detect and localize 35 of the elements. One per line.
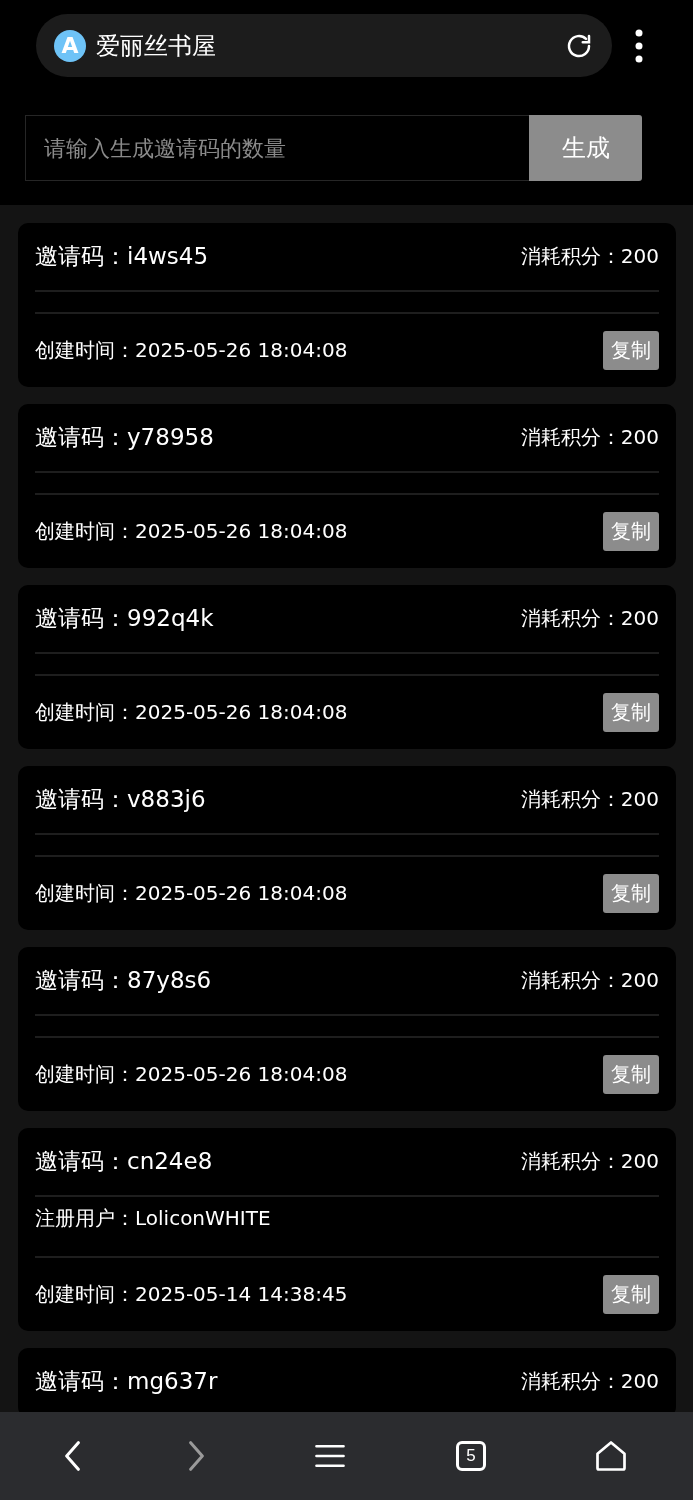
copy-button[interactable]: 复制 xyxy=(603,693,659,732)
created-time: 创建时间：2025-05-26 18:04:08 xyxy=(35,699,348,726)
more-icon[interactable] xyxy=(634,28,644,63)
quantity-field[interactable]: 请输入生成邀请码的数量 xyxy=(25,115,529,181)
points-cost: 消耗积分：200 xyxy=(520,605,659,632)
copy-button[interactable]: 复制 xyxy=(603,331,659,370)
invite-code: 邀请码：cn24e8 xyxy=(35,1147,213,1176)
points-cost: 消耗积分：200 xyxy=(520,1148,659,1175)
invite-code: 邀请码：mg637r xyxy=(35,1367,218,1396)
invite-code: 邀请码：992q4k xyxy=(35,604,214,633)
forward-icon xyxy=(188,1441,206,1471)
invite-code: 邀请码：y78958 xyxy=(35,423,214,452)
back-icon xyxy=(63,1441,81,1471)
created-time: 创建时间：2025-05-26 18:04:08 xyxy=(35,337,348,364)
created-time: 创建时间：2025-05-14 14:38:45 xyxy=(35,1281,348,1308)
copy-button[interactable]: 复制 xyxy=(603,1275,659,1314)
points-cost: 消耗积分：200 xyxy=(520,786,659,813)
address-bar[interactable]: A 爱丽丝书屋 xyxy=(36,14,612,77)
copy-button[interactable]: 复制 xyxy=(603,874,659,913)
site-logo: A xyxy=(54,29,86,62)
copy-button[interactable]: 复制 xyxy=(603,512,659,551)
copy-button[interactable]: 复制 xyxy=(603,1055,659,1094)
invite-code: 邀请码：87y8s6 xyxy=(35,966,212,995)
generate-button[interactable]: 生成 xyxy=(529,115,642,181)
points-cost: 消耗积分：200 xyxy=(520,424,659,451)
points-cost: 消耗积分：200 xyxy=(520,1368,659,1395)
registered-user: 注册用户：LoliconWHITE xyxy=(35,1205,271,1232)
created-time: 创建时间：2025-05-26 18:04:08 xyxy=(35,1061,348,1088)
points-cost: 消耗积分：200 xyxy=(520,243,659,270)
created-time: 创建时间：2025-05-26 18:04:08 xyxy=(35,518,348,545)
invite-code: 邀请码：i4ws45 xyxy=(35,242,209,271)
created-time: 创建时间：2025-05-26 18:04:08 xyxy=(35,880,348,907)
page-title: 爱丽丝书屋 xyxy=(96,30,217,62)
points-cost: 消耗积分：200 xyxy=(520,967,659,994)
invite-code: 邀请码：v883j6 xyxy=(35,785,206,814)
